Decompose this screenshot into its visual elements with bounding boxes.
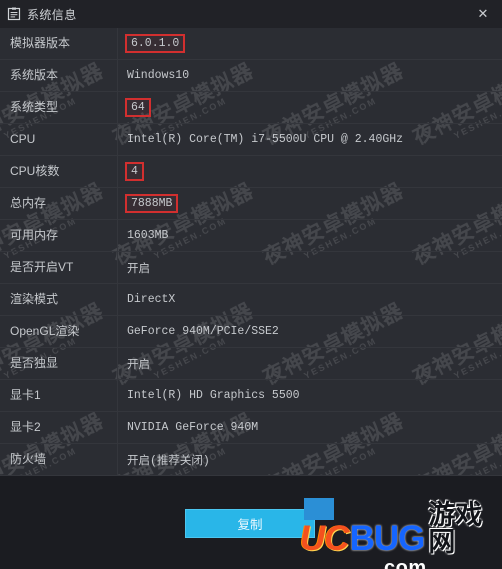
info-row-value: Windows10: [118, 60, 502, 92]
info-row-value: 开启: [118, 348, 502, 380]
info-row-value-text: 开启(推荐关闭): [127, 454, 210, 468]
info-row-label: 防火墙: [0, 443, 118, 476]
info-row-value: 1603MB: [118, 220, 502, 252]
info-row-value: 开启: [118, 252, 502, 284]
info-row-value-text: 4: [125, 162, 144, 181]
info-row-value: 开启(推荐关闭): [118, 444, 502, 476]
info-row-value: Intel(R) HD Graphics 5500: [118, 380, 502, 412]
info-row-value-text: 6.0.1.0: [125, 34, 186, 53]
info-row: 可用内存 1603MB: [0, 219, 502, 252]
info-row: OpenGL渲染 GeForce 940M/PCIe/SSE2: [0, 315, 502, 348]
info-row-value: Intel(R) Core(TM) i7-5500U CPU @ 2.40GHz: [118, 124, 502, 156]
info-row-label: 显卡1: [0, 379, 118, 412]
info-row: 渲染模式 DirectX: [0, 283, 502, 316]
info-row-label: 是否开启VT: [0, 251, 118, 284]
info-row-label: 总内存: [0, 187, 118, 220]
info-row-label: 模拟器版本: [0, 27, 118, 60]
info-row-label: 是否独显: [0, 347, 118, 380]
info-row: 防火墙 开启(推荐关闭): [0, 443, 502, 476]
info-row-value-text: Intel(R) HD Graphics 5500: [127, 389, 300, 402]
info-row-label: 系统类型: [0, 91, 118, 124]
info-row-label: OpenGL渲染: [0, 315, 118, 348]
info-row-label: 系统版本: [0, 59, 118, 92]
info-row: 模拟器版本 6.0.1.0: [0, 27, 502, 60]
info-row-value-text: DirectX: [127, 293, 176, 306]
system-info-table: 模拟器版本 6.0.1.0 系统版本 Windows10 系统类型 64 CPU Intel(…: [0, 27, 502, 476]
info-row-value-text: 1603MB: [127, 229, 169, 242]
info-row-value: 7888MB: [118, 188, 502, 220]
info-row-value-text: 开启: [127, 358, 150, 372]
window-footer: 复制: [0, 476, 502, 569]
info-row: 总内存 7888MB: [0, 187, 502, 220]
info-row: 显卡2 NVIDIA GeForce 940M: [0, 411, 502, 444]
clipboard-icon: [7, 7, 21, 21]
info-row-label: CPU: [0, 123, 118, 156]
info-row-value: DirectX: [118, 284, 502, 316]
info-row: 系统版本 Windows10: [0, 59, 502, 92]
info-row-value-text: NVIDIA GeForce 940M: [127, 421, 259, 434]
info-row: 是否独显 开启: [0, 347, 502, 380]
info-row-value-text: 开启: [127, 262, 150, 276]
info-row: CPU Intel(R) Core(TM) i7-5500U CPU @ 2.40…: [0, 123, 502, 156]
info-row-value-text: 64: [125, 98, 151, 117]
window-title: 系统信息: [27, 7, 77, 22]
info-row-value: 6.0.1.0: [118, 28, 502, 60]
info-row-label: 渲染模式: [0, 283, 118, 316]
info-row-label: 显卡2: [0, 411, 118, 444]
info-row-value: GeForce 940M/PCIe/SSE2: [118, 316, 502, 348]
info-row-value: 4: [118, 156, 502, 188]
info-row-label: 可用内存: [0, 219, 118, 252]
info-row-value: NVIDIA GeForce 940M: [118, 412, 502, 444]
info-row-value-text: 7888MB: [125, 194, 179, 213]
info-row-value-text: Windows10: [127, 69, 190, 82]
close-icon[interactable]: ✕: [470, 3, 496, 25]
info-row: 显卡1 Intel(R) HD Graphics 5500: [0, 379, 502, 412]
info-row: 系统类型 64: [0, 91, 502, 124]
info-row-value-text: Intel(R) Core(TM) i7-5500U CPU @ 2.40GHz: [127, 133, 404, 146]
system-info-window: 系统信息 ✕ 夜神安卓模拟器 YESHEN.COM 夜神安卓模拟器 YESHEN.CO…: [0, 0, 502, 569]
info-row-label: CPU核数: [0, 155, 118, 188]
info-row: CPU核数 4: [0, 155, 502, 188]
info-row-value-text: GeForce 940M/PCIe/SSE2: [127, 325, 279, 338]
copy-button[interactable]: 复制: [185, 509, 315, 538]
info-row: 是否开启VT 开启: [0, 251, 502, 284]
window-titlebar: 系统信息 ✕: [0, 0, 502, 28]
info-row-value: 64: [118, 92, 502, 124]
